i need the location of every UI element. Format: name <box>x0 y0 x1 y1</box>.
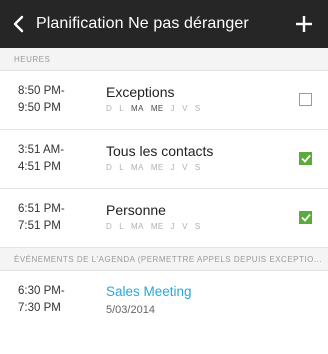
schedule-label: Exceptions <box>106 84 175 100</box>
plus-icon <box>296 16 312 32</box>
start-time: 8:50 PM- <box>18 85 65 97</box>
schedule-row[interactable]: 6:51 PM- 7:51 PM Personne D L MA ME J V … <box>0 189 328 248</box>
schedule-row[interactable]: 8:50 PM- 9:50 PM Exceptions D L MA ME J … <box>0 71 328 130</box>
day-mon: L <box>119 222 125 231</box>
day-sun: D <box>106 163 113 172</box>
checkmark-icon <box>300 154 311 163</box>
schedule-main: Tous les contacts D L MA ME J V S <box>106 142 213 172</box>
schedule-label: Tous les contacts <box>106 143 214 159</box>
day-sat: S <box>194 104 201 113</box>
schedule-checkbox[interactable] <box>299 152 312 165</box>
schedule-label: Personne <box>106 202 166 218</box>
day-thu: J <box>170 104 176 113</box>
schedule-checkbox[interactable] <box>299 211 312 224</box>
schedule-main: Exceptions D L MA ME J V S <box>106 83 201 113</box>
day-wed: ME <box>150 222 164 231</box>
day-sun: D <box>106 104 113 113</box>
schedule-main: Personne D L MA ME J V S <box>106 201 201 231</box>
day-sat: S <box>194 163 201 172</box>
day-fri: V <box>182 222 188 231</box>
calendar-event-row[interactable]: 6:30 PM- 7:30 PM Sales Meeting 5/03/2014 <box>0 271 328 329</box>
day-tue: MA <box>131 163 144 172</box>
start-time: 6:51 PM- <box>18 203 65 215</box>
app-bar: Planification Ne pas déranger <box>0 0 328 48</box>
event-time-range: 6:30 PM- 7:30 PM <box>18 283 65 317</box>
day-sun: D <box>106 222 113 231</box>
day-sat: S <box>194 222 201 231</box>
end-time: 9:50 PM <box>18 102 61 114</box>
add-button[interactable] <box>290 0 318 48</box>
section-header-calendar-events: ÉVÉNEMENTS DE L'AGENDA (PERMETTRE APPELS… <box>0 248 328 271</box>
day-mon: L <box>119 104 125 113</box>
schedule-checkbox[interactable] <box>299 93 312 106</box>
end-time: 7:51 PM <box>18 220 61 232</box>
chevron-left-icon <box>13 15 24 33</box>
day-wed: ME <box>150 104 164 113</box>
event-date: 5/03/2014 <box>106 304 155 316</box>
day-thu: J <box>170 163 176 172</box>
day-tue: MA <box>131 222 144 231</box>
day-mon: L <box>119 163 125 172</box>
day-fri: V <box>182 104 188 113</box>
schedule-row[interactable]: 3:51 AM- 4:51 PM Tous les contacts D L M… <box>0 130 328 189</box>
event-start-time: 6:30 PM- <box>18 285 65 297</box>
start-time: 3:51 AM- <box>18 144 65 156</box>
checkmark-icon <box>300 213 311 222</box>
section-header-hours: HEURES <box>0 48 328 71</box>
day-wed: ME <box>150 163 164 172</box>
day-fri: V <box>182 163 188 172</box>
time-range: 6:51 PM- 7:51 PM <box>18 201 65 235</box>
weekday-list: D L MA ME J V S <box>106 104 201 113</box>
event-title: Sales Meeting <box>106 284 192 299</box>
weekday-list: D L MA ME J V S <box>106 222 201 231</box>
back-button[interactable] <box>4 0 34 48</box>
event-end-time: 7:30 PM <box>18 302 61 314</box>
end-time: 4:51 PM <box>18 161 61 173</box>
time-range: 3:51 AM- 4:51 PM <box>18 142 64 176</box>
day-tue: MA <box>131 104 144 113</box>
event-main: Sales Meeting 5/03/2014 <box>106 283 192 316</box>
time-range: 8:50 PM- 9:50 PM <box>18 83 65 117</box>
weekday-list: D L MA ME J V S <box>106 163 213 172</box>
page-title: Planification Ne pas déranger <box>36 15 249 32</box>
day-thu: J <box>170 222 176 231</box>
